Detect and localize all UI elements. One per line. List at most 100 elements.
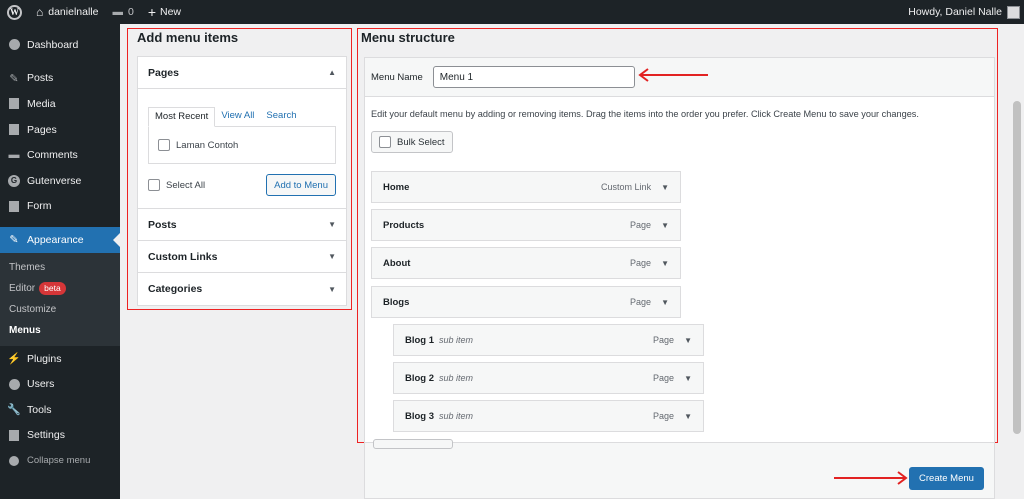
- tab-search[interactable]: Search: [260, 107, 302, 127]
- sidebar-item-dashboard[interactable]: Dashboard: [0, 32, 120, 58]
- tab-most-recent[interactable]: Most Recent: [148, 107, 216, 127]
- comments-count: 0: [127, 6, 134, 18]
- sidebar-item-plugins[interactable]: ⚡ Plugins: [0, 346, 120, 372]
- admin-sidebar: Dashboard ✎ Posts Media Pages ▬ Comments G…: [0, 24, 120, 499]
- beta-badge: beta: [39, 281, 66, 295]
- caret-down-icon[interactable]: ▼: [684, 336, 692, 345]
- pages-list: Laman Contoh: [148, 126, 336, 164]
- scrollbar-thumb[interactable]: [1013, 101, 1021, 434]
- menu-item-products[interactable]: Products Page ▼: [371, 209, 681, 241]
- comments-link[interactable]: ▬ 0: [105, 0, 140, 24]
- menu-item-title: Blogs: [383, 296, 410, 308]
- gutenverse-icon: G: [7, 174, 21, 188]
- menu-item-blog-3[interactable]: Blog 3 sub item Page ▼: [393, 400, 704, 432]
- sub-item-label: sub item: [439, 411, 474, 421]
- greeting-text: Howdy, Daniel Nalle: [908, 6, 1002, 18]
- tab-view-all[interactable]: View All: [215, 107, 260, 127]
- select-all-checkbox[interactable]: [148, 179, 160, 191]
- categories-section-label: Categories: [148, 283, 203, 295]
- wordpress-logo-button[interactable]: W: [0, 0, 29, 24]
- sidebar-item-tools[interactable]: 🔧 Tools: [0, 397, 120, 423]
- sidebar-item-label: Plugins: [27, 352, 62, 365]
- caret-down-icon[interactable]: ▼: [661, 259, 669, 268]
- annotation-arrow-menu-name: [638, 68, 708, 82]
- new-content-link[interactable]: + New: [141, 0, 188, 24]
- menu-item-type: Page: [630, 258, 652, 268]
- sidebar-item-label: Posts: [27, 72, 54, 85]
- posts-section-header[interactable]: Posts ▼: [138, 209, 346, 241]
- bulk-select-label: Bulk Select: [397, 136, 445, 148]
- annotation-arrow-create-menu: [834, 471, 908, 485]
- bulk-select-footer-button[interactable]: [373, 439, 453, 449]
- sidebar-item-label: Users: [27, 378, 55, 391]
- submenu-menus[interactable]: Menus: [0, 320, 120, 341]
- sidebar-item-comments[interactable]: ▬ Comments: [0, 142, 120, 168]
- caret-down-icon[interactable]: ▼: [684, 412, 692, 421]
- menu-item-type: Page: [653, 335, 675, 345]
- menu-item-about[interactable]: About Page ▼: [371, 247, 681, 279]
- pin-icon: ✎: [9, 72, 19, 85]
- menu-item-blog-2[interactable]: Blog 2 sub item Page ▼: [393, 362, 704, 394]
- menu-item-title: Blog 1: [405, 334, 435, 346]
- select-all-label: Select All: [166, 179, 206, 191]
- submenu-themes[interactable]: Themes: [0, 257, 120, 278]
- avatar: [1007, 5, 1020, 19]
- account-menu[interactable]: Howdy, Daniel Nalle: [901, 0, 1024, 24]
- menu-item-blogs[interactable]: Blogs Page ▼: [371, 286, 681, 318]
- page-checkbox[interactable]: [158, 139, 170, 151]
- caret-down-icon[interactable]: ▼: [684, 374, 692, 383]
- sidebar-item-posts[interactable]: ✎ Posts: [0, 66, 120, 92]
- instructions-text: Edit your default menu by adding or remo…: [371, 109, 919, 119]
- comment-icon: ▬: [112, 6, 123, 18]
- sidebar-item-gutenverse[interactable]: G Gutenverse: [0, 168, 120, 194]
- collapse-label: Collapse menu: [27, 455, 91, 467]
- sidebar-item-form[interactable]: Form: [0, 194, 120, 220]
- caret-down-icon[interactable]: ▼: [661, 183, 669, 192]
- sidebar-item-label: Comments: [27, 149, 78, 162]
- add-menu-items-title: Add menu items: [137, 30, 239, 45]
- sub-item-label: sub item: [439, 335, 474, 345]
- pages-section-header[interactable]: Pages ▲: [138, 57, 346, 89]
- sidebar-item-appearance[interactable]: ✎ Appearance: [0, 227, 120, 253]
- sidebar-item-pages[interactable]: Pages: [0, 117, 120, 143]
- posts-section-label: Posts: [148, 218, 177, 231]
- add-items-accordion: Pages ▲ Most Recent View All Search Lama…: [137, 56, 347, 306]
- caret-down-icon[interactable]: ▼: [661, 221, 669, 230]
- dashboard-icon: [7, 38, 21, 52]
- chevron-down-icon: ▼: [328, 284, 336, 294]
- bulk-select-button[interactable]: Bulk Select: [371, 131, 453, 153]
- menu-item-home[interactable]: Home Custom Link ▼: [371, 171, 681, 203]
- page-scrollbar[interactable]: [1010, 24, 1024, 499]
- menu-item-blog-1[interactable]: Blog 1 sub item Page ▼: [393, 324, 704, 356]
- sidebar-item-media[interactable]: Media: [0, 91, 120, 117]
- caret-down-icon[interactable]: ▼: [661, 298, 669, 307]
- sidebar-item-settings[interactable]: Settings: [0, 423, 120, 449]
- menu-item-title: Products: [383, 219, 425, 231]
- pages-tabs: Most Recent View All Search: [148, 107, 336, 127]
- site-name: danielnalle: [48, 6, 99, 18]
- sidebar-item-label: Tools: [27, 403, 52, 416]
- custom-links-section-header[interactable]: Custom Links ▼: [138, 241, 346, 273]
- create-menu-button[interactable]: Create Menu: [909, 467, 984, 490]
- appearance-submenu: Themes Editor beta Customize Menus: [0, 252, 120, 346]
- main-content: Add menu items Pages ▲ Most Recent View …: [120, 24, 1010, 499]
- submenu-editor-label: Editor: [9, 282, 36, 294]
- sidebar-item-label: Appearance: [27, 233, 84, 246]
- menu-item-title: About: [383, 257, 411, 269]
- sidebar-item-label: Form: [27, 200, 52, 213]
- brush-icon: ✎: [9, 234, 19, 247]
- menu-structure-title: Menu structure: [361, 30, 455, 45]
- tools-icon: 🔧: [7, 404, 21, 417]
- add-to-menu-button[interactable]: Add to Menu: [266, 174, 336, 196]
- sidebar-item-users[interactable]: Users: [0, 371, 120, 397]
- collapse-menu-button[interactable]: Collapse menu: [0, 448, 120, 474]
- site-name-link[interactable]: ⌂ danielnalle: [29, 0, 105, 24]
- submenu-editor[interactable]: Editor beta: [0, 278, 120, 299]
- menu-name-input[interactable]: Menu 1: [432, 66, 635, 88]
- menu-item-type: Page: [630, 220, 652, 230]
- custom-links-section-label: Custom Links: [148, 250, 218, 263]
- plugin-icon: ⚡: [7, 353, 21, 366]
- submenu-customize[interactable]: Customize: [0, 299, 120, 320]
- menu-item-type: Page: [653, 411, 675, 421]
- categories-section-header[interactable]: Categories ▼: [138, 273, 346, 305]
